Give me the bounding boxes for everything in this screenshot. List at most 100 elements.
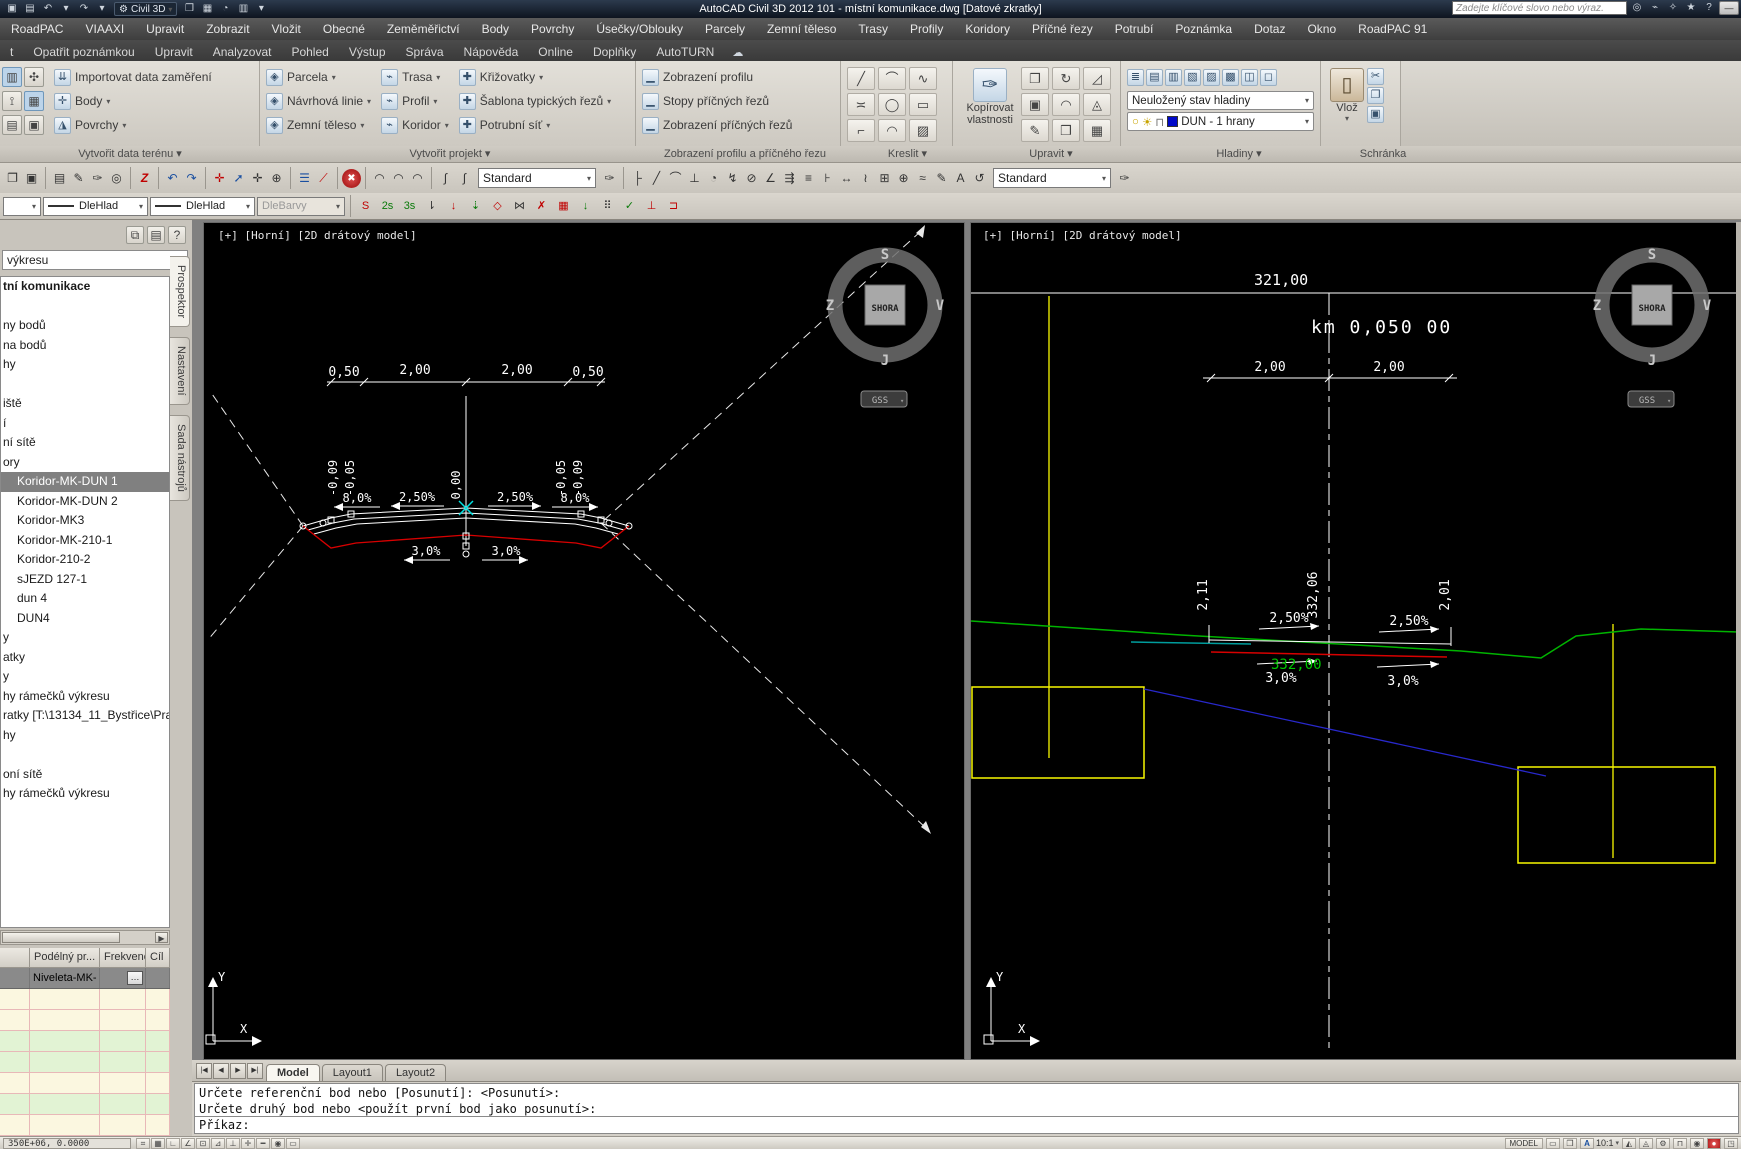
infocenter-search-input[interactable]: Zadejte klíčové slovo nebo výraz. [1452, 1, 1627, 15]
scale-icon[interactable]: ◿ [1083, 67, 1111, 90]
list-header-selector[interactable] [0, 948, 30, 967]
list-row[interactable] [0, 1010, 170, 1031]
layout-tab[interactable]: Model [266, 1064, 320, 1081]
command-input[interactable]: Příkaz: [194, 1117, 1739, 1134]
help-icon[interactable]: ? [168, 226, 186, 244]
list-row[interactable] [0, 1031, 170, 1052]
layout-nav-button[interactable]: ▶ [230, 1063, 246, 1079]
layer-properties-icon[interactable]: ≣ [1127, 68, 1144, 86]
tree-item[interactable] [1, 375, 169, 395]
spline-icon[interactable]: ∫ [436, 169, 455, 188]
viewcube[interactable]: SHORA S Z V J [826, 247, 945, 369]
tree-item[interactable]: ny bodů [1, 316, 169, 336]
dim-center-icon[interactable]: ⊕ [894, 169, 913, 188]
menu-item[interactable]: Okno [1296, 18, 1347, 40]
lock-ui-icon[interactable]: ⊓ [1673, 1137, 1687, 1149]
layer-prev-icon[interactable]: ▧ [1184, 68, 1201, 86]
osnap-toggle[interactable]: ⊡ [196, 1137, 210, 1149]
toolspace-view-combo[interactable]: výkresu ▾ [2, 250, 188, 270]
ducs-toggle[interactable]: ⊥ [226, 1137, 240, 1149]
menu-item[interactable]: RoadPAC [0, 18, 74, 40]
ribbon-tab[interactable]: Upravit [145, 43, 203, 61]
rp-check-icon[interactable]: ✓ [620, 197, 639, 216]
panel-label[interactable]: Upravit ▾ [965, 146, 1137, 162]
menu-item[interactable]: Zemní těleso [756, 18, 847, 40]
ribbon-tab[interactable]: Pohled [281, 43, 338, 61]
tree-item[interactable]: ory [1, 453, 169, 473]
annotation-visibility-icon[interactable]: ◭ [1622, 1137, 1636, 1149]
rp-perp-icon[interactable]: ⊥ [642, 197, 661, 216]
grid-toggle[interactable]: ▦ [151, 1137, 165, 1149]
undo-dropdown-icon[interactable]: ▾ [58, 2, 74, 16]
ribbon-button[interactable]: Šablona typických řezů [480, 94, 603, 108]
sheetset-icon[interactable]: ❒ [181, 2, 197, 16]
rp-3s-icon[interactable]: 3s [400, 197, 419, 216]
dim-arc-icon[interactable]: ⌒ [666, 169, 685, 188]
redo-dropdown-icon[interactable]: ▾ [94, 2, 110, 16]
preview-icon[interactable]: ▤ [147, 226, 165, 244]
copy-icon[interactable]: ❐ [1021, 67, 1049, 90]
rp-down2-icon[interactable]: ↓ [444, 197, 463, 216]
text-style-combo[interactable]: Standard ▾ [993, 168, 1111, 188]
dim-textedit-icon[interactable]: A [951, 169, 970, 188]
array-icon[interactable]: ▦ [1083, 119, 1111, 142]
roadpac-zoom-icon[interactable]: ◎ [107, 169, 126, 188]
match-dim-icon[interactable]: ✑ [1115, 169, 1134, 188]
menu-item[interactable]: Poznámka [1164, 18, 1243, 40]
ribbon-button[interactable]: Stopy příčných řezů [663, 94, 769, 108]
cancel-icon[interactable]: ✖ [342, 168, 361, 188]
clean-screen-icon[interactable]: ◳ [1724, 1137, 1738, 1149]
list-row[interactable] [0, 1052, 170, 1073]
tree-item[interactable]: oní sítě [1, 765, 169, 785]
dim-edit-icon[interactable]: ✎ [932, 169, 951, 188]
layer-off-icon[interactable]: ◻ [1260, 68, 1277, 86]
favorites-icon[interactable]: ★ [1683, 1, 1699, 15]
otrack-toggle[interactable]: ⊿ [211, 1137, 225, 1149]
layer-freeze-icon[interactable]: ◫ [1241, 68, 1258, 86]
layer-current-icon[interactable]: ▥ [1165, 68, 1182, 86]
item-view-icon[interactable]: ⧉ [126, 226, 144, 244]
ribbon-button[interactable]: Zemní těleso [287, 118, 356, 132]
point-lr-icon[interactable]: ✛ [210, 169, 229, 188]
ribbon-tab[interactable]: Doplňky [583, 43, 646, 61]
ribbon-tab[interactable]: Správa [396, 43, 454, 61]
panel-label[interactable]: Vytvořit projekt ▾ [260, 146, 640, 162]
menu-item[interactable]: Body [471, 18, 520, 40]
rp-2s-icon[interactable]: 2s [378, 197, 397, 216]
spline2-icon[interactable]: ∫ [455, 169, 474, 188]
viewcube[interactable]: SHORA S Z V J [1593, 247, 1712, 369]
ribbon-tab[interactable]: Opatřit poznámkou [23, 43, 144, 61]
tree-item[interactable]: Koridor-MK3 [1, 511, 169, 531]
toolspace-tab[interactable]: Prospektor [170, 256, 190, 328]
arc-tool-icon[interactable]: ◠ [370, 169, 389, 188]
menu-item[interactable]: Trasy [847, 18, 899, 40]
list-row[interactable] [0, 1073, 170, 1094]
ellipsis-button[interactable]: … [127, 971, 143, 985]
quickview-layouts-icon[interactable]: ▭ [1545, 1137, 1560, 1149]
workspace-switcher[interactable]: ⚙ Civil 3D ▾ [114, 2, 178, 16]
arrow-icon[interactable]: ➚ [229, 169, 248, 188]
tpy-toggle[interactable]: ◉ [271, 1137, 285, 1149]
gss-button[interactable]: GSS ▾ [1627, 390, 1675, 408]
dim-tolerance-icon[interactable]: ≈ [913, 169, 932, 188]
dim-break-icon[interactable]: ≀ [856, 169, 875, 188]
rp-darr-icon[interactable]: ↓ [576, 197, 595, 216]
panel-label[interactable]: Schránka [1341, 146, 1425, 162]
layer-isolate-icon[interactable]: ▨ [1203, 68, 1220, 86]
subscription-icon[interactable]: ⌁ [1647, 1, 1663, 15]
match-properties-icon[interactable]: ✑ [600, 169, 619, 188]
dim-update-icon[interactable]: ↺ [970, 169, 989, 188]
rp-dots-icon[interactable]: ⠿ [598, 197, 617, 216]
tree-item[interactable]: sJEZD 127-1 [1, 570, 169, 590]
ribbon-button-import-survey[interactable]: Importovat data zaměření [75, 70, 212, 84]
dim-continue-icon[interactable]: ⊦ [818, 169, 837, 188]
ribbon-button-surfaces[interactable]: Povrchy [75, 118, 118, 132]
circle-icon[interactable]: ◯ [878, 93, 906, 116]
cut-icon[interactable]: ✂ [1367, 68, 1384, 85]
dim-baseline-icon[interactable]: ≡ [799, 169, 818, 188]
tree-item[interactable] [1, 745, 169, 765]
rp-x-icon[interactable]: ✗ [532, 197, 551, 216]
polar-toggle[interactable]: ∠ [181, 1137, 195, 1149]
lineweight2-combo[interactable]: DleHlad ▾ [150, 196, 255, 216]
quickview-drawings-icon[interactable]: ❒ [1562, 1137, 1577, 1149]
